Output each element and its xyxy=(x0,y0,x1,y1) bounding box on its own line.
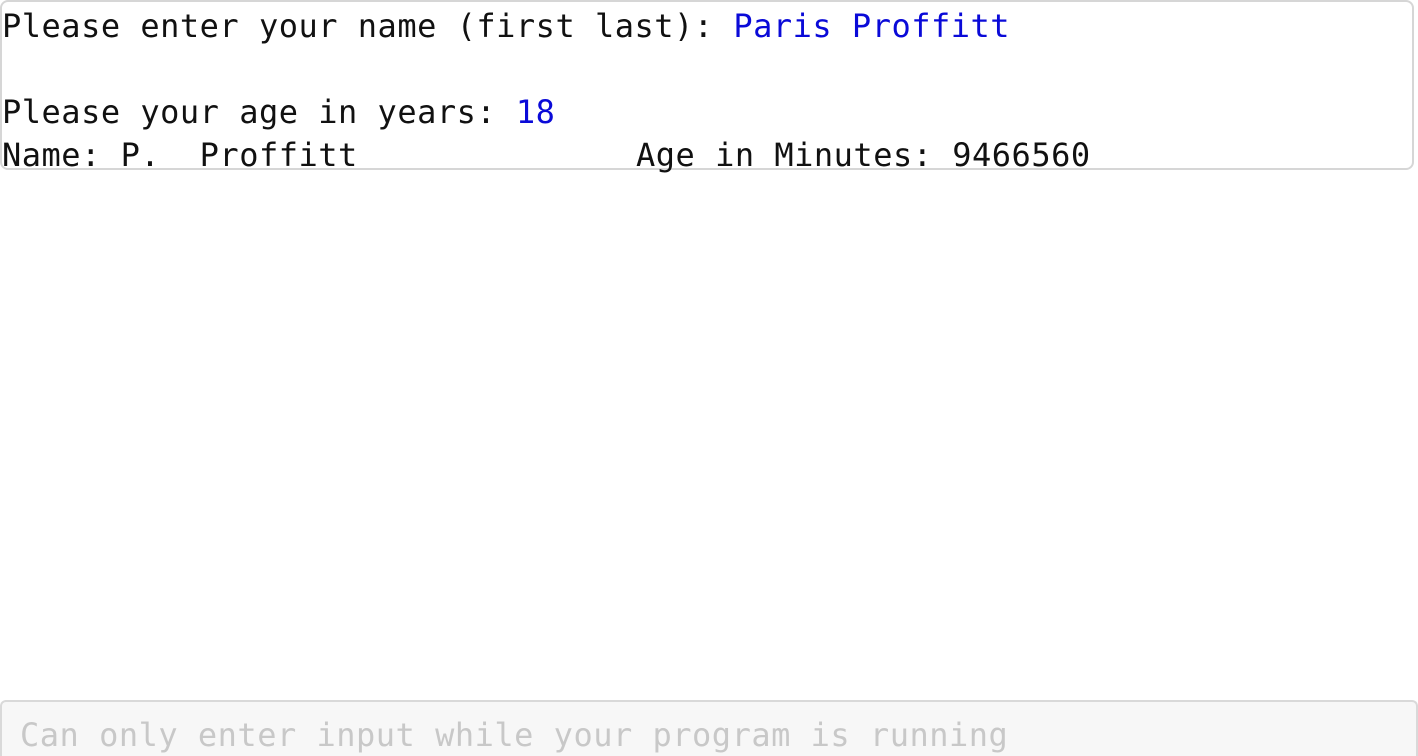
console-line-name-prompt: Please enter your name (first last): Par… xyxy=(2,7,1010,45)
name-input-echo: Paris Proffitt xyxy=(733,7,1011,45)
console-line-age-prompt: Please your age in years: 18 xyxy=(2,93,555,131)
console-line-result: Name: P. Proffitt Age in Minutes: 9466560 xyxy=(2,136,1090,174)
age-input-echo: 18 xyxy=(515,93,556,131)
result-name: Name: P. Proffitt xyxy=(2,136,358,174)
name-prompt-text: Please enter your name (first last): xyxy=(2,7,734,45)
result-age-minutes: Age in Minutes: 9466560 xyxy=(636,136,1091,174)
age-prompt-text: Please your age in years: xyxy=(2,93,516,131)
console-output: Please enter your name (first last): Par… xyxy=(0,0,1414,174)
input-placeholder: Can only enter input while your program … xyxy=(20,716,1009,754)
program-input-field[interactable]: Can only enter input while your program … xyxy=(0,700,1418,756)
